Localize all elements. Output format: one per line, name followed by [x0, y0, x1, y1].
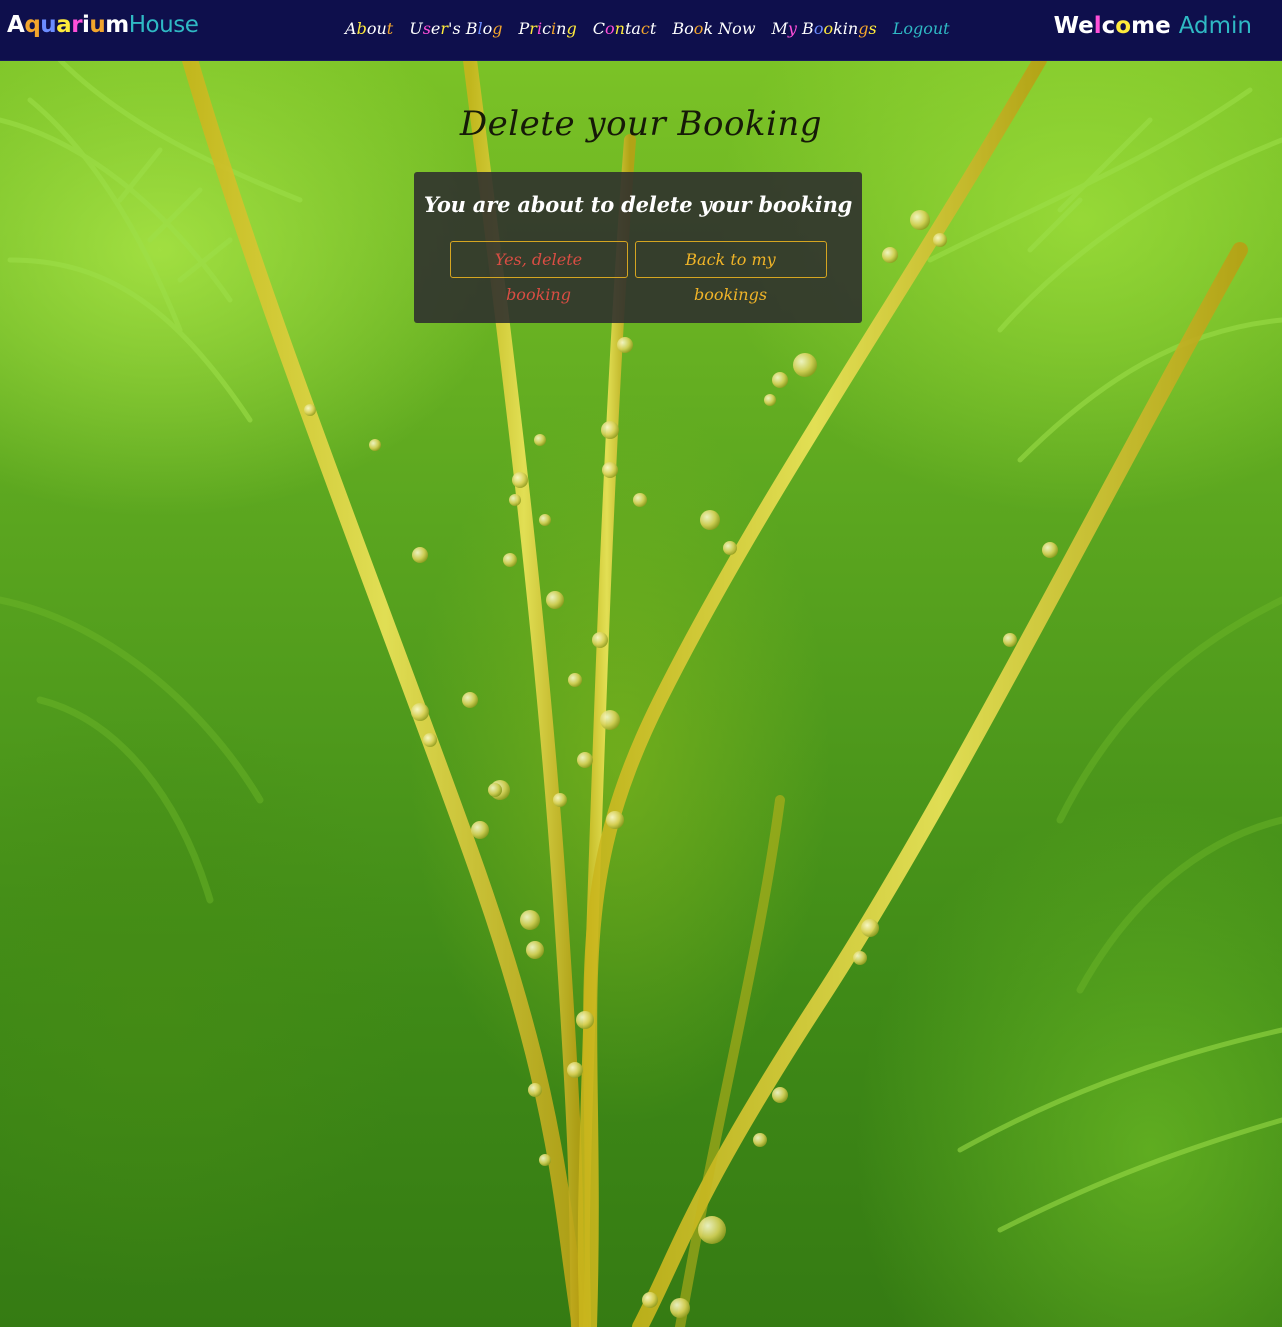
brand-name-part-a: Aquarium — [7, 12, 129, 38]
welcome-message: Welcome Admin — [1054, 13, 1252, 39]
nav-link-logout[interactable]: Logout — [893, 19, 950, 38]
nav-link-about[interactable]: About — [345, 19, 393, 38]
nav-link-my-bookings[interactable]: My Bookings — [772, 19, 877, 38]
top-navbar: AquariumHouse About User's Blog Pricing … — [0, 0, 1282, 61]
back-to-bookings-button[interactable]: Back to my bookings — [634, 241, 827, 304]
confirmation-heading: You are about to delete your booking — [423, 192, 853, 217]
delete-confirmation-card: You are about to delete your booking Yes… — [414, 172, 862, 323]
brand-name-part-b: House — [128, 12, 199, 38]
confirm-delete-button[interactable]: Yes, delete booking — [449, 241, 628, 304]
page-title: Delete your Booking — [459, 104, 823, 144]
nav-link-contact[interactable]: Contact — [593, 19, 657, 38]
confirmation-buttons: Yes, delete booking Back to my bookings — [414, 241, 862, 304]
nav-link-users-blog[interactable]: User's Blog — [409, 19, 502, 38]
brand-logo[interactable]: AquariumHouse — [7, 12, 199, 38]
nav-links: About User's Blog Pricing Contact Book N… — [345, 19, 950, 38]
nav-link-pricing[interactable]: Pricing — [519, 19, 577, 38]
welcome-username: Admin — [1178, 13, 1252, 39]
nav-link-book-now[interactable]: Book Now — [672, 19, 755, 38]
welcome-greeting: Welcome — [1053, 13, 1171, 39]
